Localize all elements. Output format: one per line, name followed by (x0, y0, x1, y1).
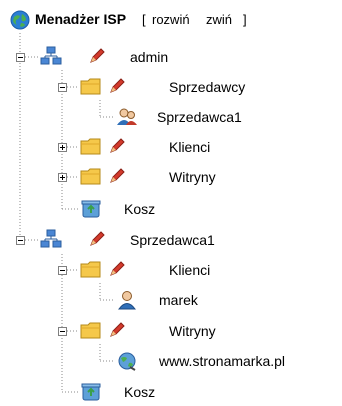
pencil-icon[interactable] (108, 137, 126, 155)
node-seller-root[interactable]: Sprzedawca1 (130, 232, 215, 248)
pencil-icon[interactable] (108, 77, 126, 95)
node-sellers[interactable]: Sprzedawcy (169, 79, 245, 95)
node-trash2[interactable]: Kosz (124, 384, 155, 400)
trash-icon (81, 383, 101, 401)
pencil-icon[interactable] (108, 321, 126, 339)
pencil-icon[interactable] (108, 260, 126, 278)
folder-icon (80, 138, 101, 155)
bracket-open: [ (142, 12, 146, 27)
toggle-sites[interactable] (58, 173, 67, 182)
pencil-icon[interactable] (108, 167, 126, 185)
globe-icon (10, 10, 30, 30)
isp-manager-tree: Menadżer ISP [ rozwiń zwiń ] admin Sprze… (0, 0, 342, 406)
node-user-marek[interactable]: marek (159, 292, 198, 308)
pencil-icon[interactable] (88, 47, 106, 65)
node-clients2[interactable]: Klienci (169, 262, 210, 278)
folder-icon (80, 78, 101, 95)
node-site-url[interactable]: www.stronamarka.pl (159, 353, 285, 369)
network-icon (40, 46, 62, 65)
network-icon (40, 229, 62, 248)
toggle-sites2[interactable] (58, 327, 67, 336)
bracket-close: ] (243, 12, 247, 27)
folder-icon (80, 261, 101, 278)
node-admin[interactable]: admin (130, 49, 168, 65)
toggle-admin[interactable] (16, 53, 25, 62)
node-clients[interactable]: Klienci (169, 139, 210, 155)
toggle-clients2[interactable] (58, 266, 67, 275)
toggle-clients[interactable] (58, 143, 67, 152)
node-seller1[interactable]: Sprzedawca1 (157, 109, 242, 125)
users-icon (117, 108, 137, 125)
collapse-all-link[interactable]: zwiń (206, 12, 232, 28)
node-sites[interactable]: Witryny (169, 169, 216, 185)
folder-icon (80, 168, 101, 185)
user-icon (118, 291, 136, 310)
node-trash[interactable]: Kosz (124, 201, 155, 217)
toggle-sellers[interactable] (58, 83, 67, 92)
expand-all-link[interactable]: rozwiń (152, 12, 190, 28)
pencil-icon[interactable] (88, 230, 106, 248)
page-title: Menadżer ISP (35, 11, 127, 27)
website-icon (118, 352, 136, 371)
folder-icon (80, 322, 101, 339)
node-sites2[interactable]: Witryny (169, 323, 216, 339)
toggle-seller-root[interactable] (16, 236, 25, 245)
trash-icon (81, 200, 101, 218)
